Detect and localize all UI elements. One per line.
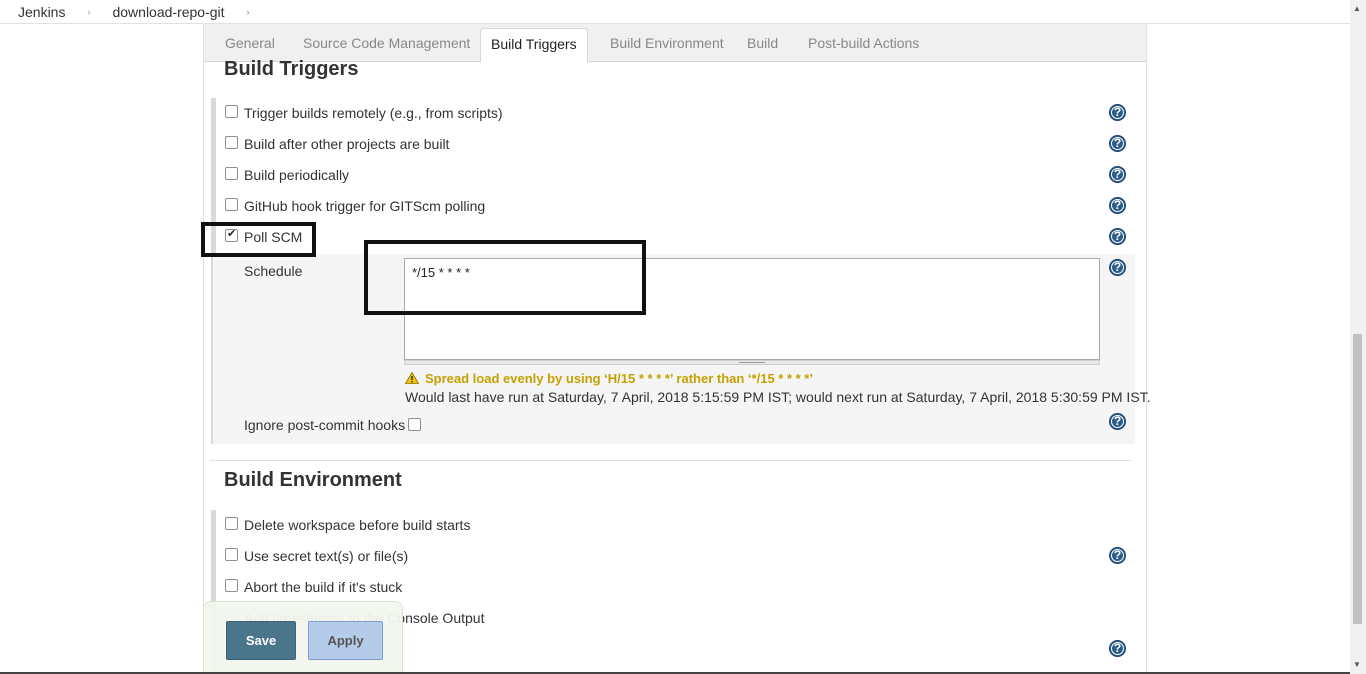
warning-icon bbox=[405, 372, 419, 384]
secret-text-label: Use secret text(s) or file(s) bbox=[244, 548, 409, 564]
github-hook-label: GitHub hook trigger for GITScm polling bbox=[244, 198, 486, 214]
breadcrumb-jenkins[interactable]: Jenkins bbox=[18, 4, 65, 20]
help-icon[interactable]: ? bbox=[1109, 166, 1126, 183]
breadcrumb: Jenkins › download-repo-git › bbox=[0, 0, 1350, 24]
help-icon[interactable]: ? bbox=[1109, 259, 1126, 276]
delete-workspace-checkbox[interactable] bbox=[225, 517, 238, 530]
github-hook-checkbox[interactable] bbox=[225, 198, 238, 211]
tab-build[interactable]: Build bbox=[737, 28, 788, 62]
ignore-post-commit-label: Ignore post-commit hooks bbox=[244, 417, 406, 433]
config-tabbar: General Source Code Management Build Tri… bbox=[204, 24, 1146, 63]
poll-scm-highlight bbox=[201, 222, 316, 257]
tab-post-build-actions[interactable]: Post-build Actions bbox=[798, 28, 929, 62]
scroll-down-icon[interactable]: ▼ bbox=[1353, 660, 1361, 669]
trigger-remotely-checkbox[interactable] bbox=[225, 105, 238, 118]
schedule-warning-text: Spread load evenly by using ‘H/15 * * * … bbox=[425, 371, 813, 386]
delete-workspace-label: Delete workspace before build starts bbox=[244, 517, 471, 533]
build-periodically-label: Build periodically bbox=[244, 167, 350, 183]
schedule-label: Schedule bbox=[244, 263, 303, 279]
build-environment-title: Build Environment bbox=[224, 469, 402, 491]
schedule-info: Would last have run at Saturday, 7 April… bbox=[405, 389, 1151, 405]
apply-button[interactable]: Apply bbox=[308, 621, 383, 660]
scrollbar-thumb[interactable] bbox=[1353, 334, 1362, 624]
trigger-remotely-label: Trigger builds remotely (e.g., from scri… bbox=[244, 105, 503, 121]
tab-source-code-management[interactable]: Source Code Management bbox=[293, 28, 480, 62]
schedule-highlight bbox=[364, 240, 646, 315]
tab-build-triggers[interactable]: Build Triggers bbox=[480, 28, 588, 63]
help-icon[interactable]: ? bbox=[1109, 640, 1126, 657]
abort-stuck-checkbox[interactable] bbox=[225, 579, 238, 592]
breadcrumb-separator-icon[interactable]: › bbox=[247, 7, 250, 17]
tab-general[interactable]: General bbox=[215, 28, 285, 62]
help-icon[interactable]: ? bbox=[1109, 228, 1126, 245]
tab-build-environment[interactable]: Build Environment bbox=[600, 28, 734, 62]
section-divider bbox=[210, 460, 1131, 461]
build-after-other-label: Build after other projects are built bbox=[244, 136, 450, 152]
help-icon[interactable]: ? bbox=[1109, 547, 1126, 564]
help-icon[interactable]: ? bbox=[1109, 197, 1126, 214]
help-icon[interactable]: ? bbox=[1109, 104, 1126, 121]
help-icon[interactable]: ? bbox=[1109, 135, 1126, 152]
textarea-resize-handle[interactable] bbox=[404, 360, 1100, 365]
breadcrumb-separator-icon[interactable]: › bbox=[87, 7, 90, 17]
breadcrumb-project[interactable]: download-repo-git bbox=[112, 4, 224, 20]
help-icon[interactable]: ? bbox=[1109, 413, 1126, 430]
abort-stuck-label: Abort the build if it's stuck bbox=[244, 579, 403, 595]
page-scrollbar[interactable]: ▲ ▼ bbox=[1350, 0, 1366, 674]
build-triggers-title: Build Triggers bbox=[224, 58, 359, 80]
ignore-post-commit-checkbox[interactable] bbox=[408, 418, 421, 431]
scroll-up-icon[interactable]: ▲ bbox=[1353, 4, 1361, 13]
save-button[interactable]: Save bbox=[226, 621, 296, 660]
schedule-warning: Spread load evenly by using ‘H/15 * * * … bbox=[405, 371, 813, 386]
secret-text-checkbox[interactable] bbox=[225, 548, 238, 561]
build-periodically-checkbox[interactable] bbox=[225, 167, 238, 180]
build-after-other-checkbox[interactable] bbox=[225, 136, 238, 149]
